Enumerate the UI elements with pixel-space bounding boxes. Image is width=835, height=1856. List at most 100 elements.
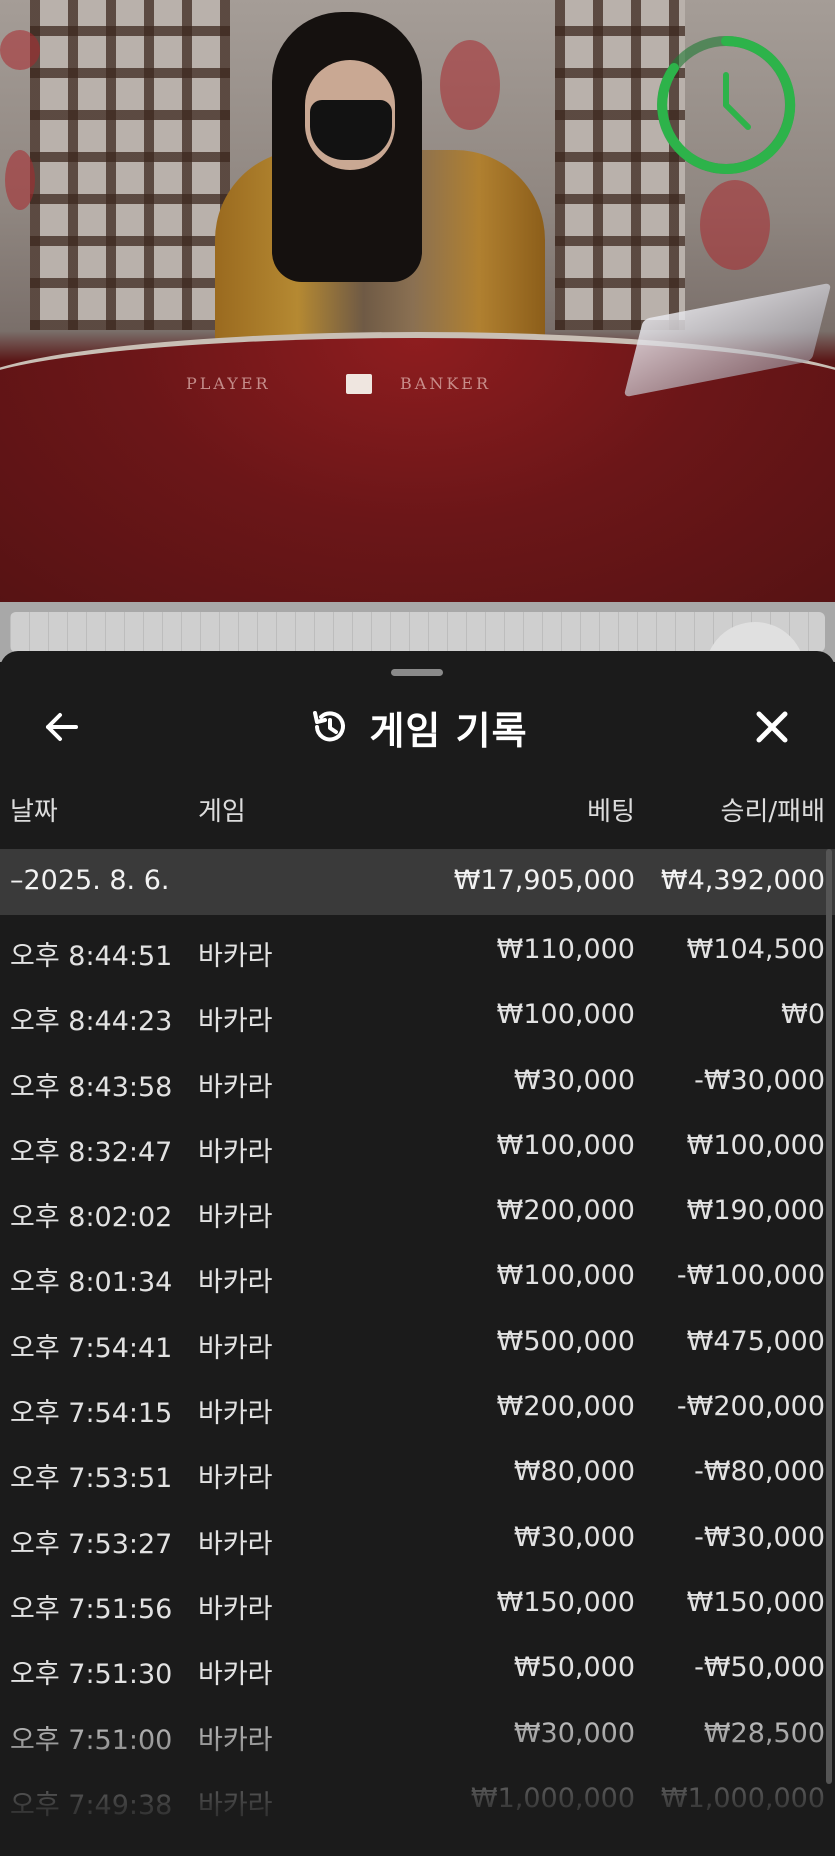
row-bet: ₩30,000 — [513, 1521, 635, 1553]
dealer-mask — [310, 100, 392, 160]
row-bet: ₩200,000 — [496, 1195, 635, 1227]
row-result: -₩100,000 — [676, 1260, 825, 1292]
history-list: 오후 8:44:51 바카라 ₩110,000 ₩104,500 오후 8:44… — [0, 915, 835, 1856]
table-label-player: PLAYER — [186, 374, 271, 393]
row-game: 바카라 — [198, 1659, 273, 1691]
row-result: ₩1,000,000 — [660, 1782, 825, 1814]
table-row[interactable]: 오후 7:51:56 바카라 ₩150,000 ₩150,000 — [0, 1568, 835, 1633]
row-time: 오후 8:43:58 — [10, 1071, 173, 1103]
row-game: 바카라 — [198, 1332, 273, 1364]
table-row[interactable]: 오후 7:53:51 바카라 ₩80,000 -₩80,000 — [0, 1437, 835, 1502]
row-game: 바카라 — [198, 1202, 273, 1234]
row-game: 바카라 — [198, 1267, 273, 1299]
row-bet: ₩100,000 — [496, 1129, 635, 1161]
table-label-banker: BANKER — [400, 374, 491, 393]
row-time: 오후 7:51:56 — [10, 1593, 173, 1625]
date-group-row[interactable]: –2025. 8. 6. ₩17,905,000 ₩4,392,000 — [0, 849, 835, 915]
table-row[interactable]: 오후 8:44:51 바카라 ₩110,000 ₩104,500 — [0, 915, 835, 980]
panel-header: 게임 기록 — [0, 691, 835, 763]
row-time: 오후 7:49:38 — [10, 1789, 173, 1821]
blossom-decoration — [700, 180, 770, 270]
table-row[interactable]: 오후 7:51:30 바카라 ₩50,000 -₩50,000 — [0, 1633, 835, 1698]
row-result: ₩190,000 — [686, 1195, 825, 1227]
blossom-decoration — [0, 30, 40, 70]
row-bet: ₩150,000 — [496, 1586, 635, 1618]
drag-handle[interactable] — [391, 669, 443, 676]
row-game: 바카라 — [198, 1593, 273, 1625]
group-date: –2025. 8. 6. — [10, 865, 170, 896]
row-result: ₩150,000 — [686, 1586, 825, 1618]
row-bet: ₩30,000 — [513, 1064, 635, 1096]
game-history-panel: 게임 기록 날짜 게임 베팅 승리/패배 –2025. 8. 6. ₩17,90… — [0, 651, 835, 1856]
table-row[interactable]: 오후 8:43:58 바카라 ₩30,000 -₩30,000 — [0, 1046, 835, 1111]
row-result: ₩475,000 — [686, 1325, 825, 1357]
row-bet: ₩100,000 — [496, 999, 635, 1031]
table-row[interactable]: 오후 7:53:27 바카라 ₩30,000 -₩30,000 — [0, 1503, 835, 1568]
decorative-screen-left — [30, 0, 230, 330]
row-result: ₩28,500 — [703, 1717, 825, 1749]
row-result: ₩0 — [781, 999, 825, 1031]
row-time: 오후 8:44:23 — [10, 1006, 173, 1038]
row-time: 오후 7:53:27 — [10, 1528, 173, 1560]
blossom-decoration — [5, 150, 35, 210]
row-bet: ₩50,000 — [513, 1652, 635, 1684]
row-bet: ₩1,000,000 — [470, 1782, 635, 1814]
column-header-date[interactable]: 날짜 — [10, 791, 58, 828]
row-result: -₩30,000 — [694, 1521, 825, 1553]
row-bet: ₩100,000 — [496, 1260, 635, 1292]
row-game: 바카라 — [198, 941, 273, 972]
row-time: 오후 7:51:00 — [10, 1724, 173, 1756]
panel-title: 게임 기록 — [369, 708, 528, 753]
group-win-total: ₩4,392,000 — [660, 865, 825, 896]
row-time: 오후 8:02:02 — [10, 1202, 173, 1234]
row-result: -₩200,000 — [676, 1391, 825, 1423]
row-bet: ₩80,000 — [513, 1456, 635, 1488]
column-header-bet[interactable]: 베팅 — [587, 791, 635, 828]
column-header-win-loss[interactable]: 승리/패배 — [721, 791, 825, 828]
row-time: 오후 8:44:51 — [10, 941, 173, 972]
row-result: ₩100,000 — [686, 1129, 825, 1161]
live-video-feed: PLAYER BANKER — [0, 0, 835, 602]
table-row[interactable]: 오후 8:01:34 바카라 ₩100,000 -₩100,000 — [0, 1241, 835, 1306]
title-group: 게임 기록 — [0, 691, 835, 763]
table-row[interactable]: 오후 8:32:47 바카라 ₩100,000 ₩100,000 — [0, 1111, 835, 1176]
row-time: 오후 7:51:30 — [10, 1659, 173, 1691]
close-icon — [756, 711, 788, 743]
row-bet: ₩110,000 — [496, 934, 635, 965]
row-time: 오후 8:01:34 — [10, 1267, 173, 1299]
close-button[interactable] — [748, 705, 796, 749]
row-bet: ₩200,000 — [496, 1391, 635, 1423]
row-time: 오후 7:53:51 — [10, 1463, 173, 1495]
scrollbar[interactable] — [826, 849, 832, 1784]
clock-icon — [657, 35, 796, 174]
roadmap-strip — [10, 612, 825, 652]
column-headers: 날짜 게임 베팅 승리/패배 — [0, 791, 835, 831]
row-game: 바카라 — [198, 1006, 273, 1038]
table-row[interactable]: 오후 8:02:02 바카라 ₩200,000 ₩190,000 — [0, 1176, 835, 1241]
table-row[interactable]: 오후 7:54:15 바카라 ₩200,000 -₩200,000 — [0, 1372, 835, 1437]
row-game: 바카라 — [198, 1463, 273, 1495]
row-game: 바카라 — [198, 1789, 273, 1821]
row-game: 바카라 — [198, 1528, 273, 1560]
column-header-game[interactable]: 게임 — [198, 791, 246, 828]
table-row[interactable]: 오후 7:51:00 바카라 ₩30,000 ₩28,500 — [0, 1699, 835, 1764]
table-row[interactable]: 오후 7:49:38 바카라 ₩1,000,000 ₩1,000,000 — [0, 1764, 835, 1829]
row-time: 오후 7:54:15 — [10, 1398, 173, 1430]
card-icon — [346, 374, 372, 394]
row-game: 바카라 — [198, 1136, 273, 1168]
table-row[interactable]: 오후 8:44:23 바카라 ₩100,000 ₩0 — [0, 980, 835, 1045]
row-time: 오후 8:32:47 — [10, 1136, 173, 1168]
row-bet: ₩30,000 — [513, 1717, 635, 1749]
group-bet-total: ₩17,905,000 — [453, 865, 635, 896]
row-game: 바카라 — [198, 1398, 273, 1430]
row-result: -₩50,000 — [694, 1652, 825, 1684]
row-result: -₩30,000 — [694, 1064, 825, 1096]
row-game: 바카라 — [198, 1724, 273, 1756]
row-result: ₩104,500 — [686, 934, 825, 965]
row-result: -₩80,000 — [694, 1456, 825, 1488]
table-row[interactable]: 오후 7:54:41 바카라 ₩500,000 ₩475,000 — [0, 1307, 835, 1372]
blossom-decoration — [440, 40, 500, 130]
row-time: 오후 7:54:41 — [10, 1332, 173, 1364]
row-bet: ₩500,000 — [496, 1325, 635, 1357]
history-icon — [313, 711, 346, 742]
